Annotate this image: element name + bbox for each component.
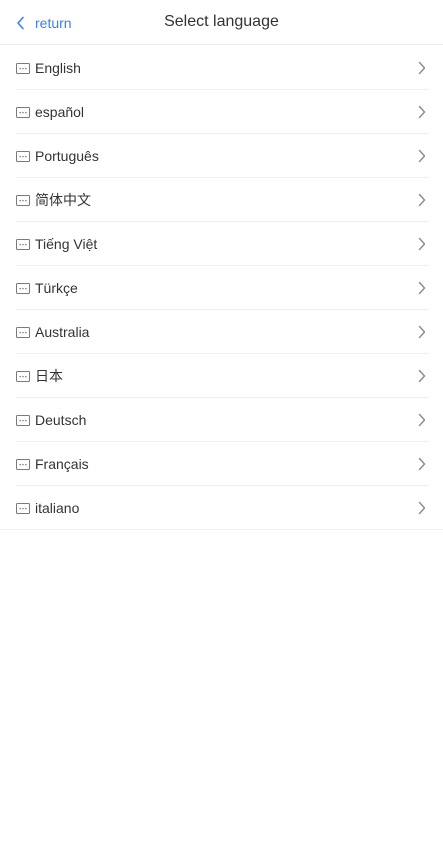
chevron-right-icon [418,501,426,515]
language-item-vietnamese[interactable]: Tiếng Việt [0,222,443,266]
language-label: Australia [35,324,90,340]
language-label: English [35,60,81,76]
language-item-simplified-chinese[interactable]: 简体中文 [0,178,443,222]
language-label: Français [35,456,89,472]
language-message-icon [16,150,30,162]
language-list: English español Português 简体中文 Tiếng Việ… [0,46,443,530]
language-item-french[interactable]: Français [0,442,443,486]
language-message-icon [16,106,30,118]
language-label: español [35,104,85,120]
chevron-right-icon [418,149,426,163]
language-message-icon [16,62,30,74]
navigation-bar: return Select language [0,0,443,45]
language-message-icon [16,282,30,294]
language-item-german[interactable]: Deutsch [0,398,443,442]
language-message-icon [16,370,30,382]
language-item-espanol[interactable]: español [0,90,443,134]
language-message-icon [16,326,30,338]
language-item-portugues[interactable]: Português [0,134,443,178]
language-item-australia[interactable]: Australia [0,310,443,354]
language-message-icon [16,238,30,250]
page-title: Select language [164,13,279,30]
chevron-right-icon [418,281,426,295]
chevron-right-icon [418,61,426,75]
chevron-right-icon [418,105,426,119]
language-item-italian[interactable]: italiano [0,486,443,530]
language-message-icon [16,502,30,514]
language-label: 日本 [35,368,63,384]
language-message-icon [16,414,30,426]
chevron-right-icon [418,193,426,207]
language-item-turkish[interactable]: Türkçe [0,266,443,310]
chevron-right-icon [418,413,426,427]
language-label: 简体中文 [35,192,91,208]
language-label: Português [35,148,99,164]
language-item-english[interactable]: English [0,46,443,90]
chevron-right-icon [418,325,426,339]
chevron-right-icon [418,457,426,471]
language-message-icon [16,194,30,206]
language-item-japanese[interactable]: 日本 [0,354,443,398]
chevron-right-icon [418,237,426,251]
language-label: Türkçe [35,280,78,296]
chevron-right-icon [418,369,426,383]
language-label: Deutsch [35,412,87,428]
language-message-icon [16,458,30,470]
language-label: Tiếng Việt [35,236,98,252]
language-label: italiano [35,500,80,516]
